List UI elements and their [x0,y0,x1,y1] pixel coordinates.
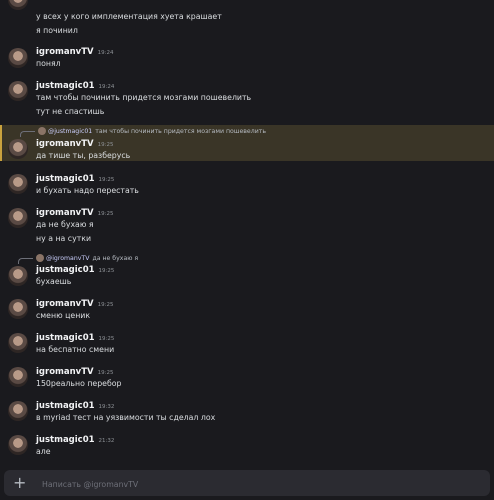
message-text: але [36,447,51,456]
reply-connector [20,131,35,137]
message-item[interactable]: igromanvTV 19:25 сменю ценик [0,297,494,325]
message-time: 19:25 [98,268,115,274]
message-item[interactable]: у всех у кого имплементация хуета крашае… [0,0,494,40]
message-text: ну а на сутки [36,234,92,243]
message-author[interactable]: justmagic01 19:25 [36,265,114,275]
avatar[interactable] [8,435,28,455]
message-text: в myriad тест на уязвимости ты сделал ло… [36,413,216,422]
avatar[interactable] [8,367,28,387]
message-text: да не бухаю я [36,220,94,229]
message-text: тут не спастишь [36,107,105,116]
message-text: да тише ты, разберусь [36,151,131,160]
avatar[interactable] [8,0,28,10]
reply-connector [18,258,33,264]
message-item[interactable]: igromanvTV 19:25 150реально перебор [0,365,494,393]
message-item[interactable]: justmagic01 19:24 там чтобы починить прид… [0,79,494,121]
message-time: 19:25 [97,370,114,376]
message-time: 21:32 [98,438,115,444]
message-item[interactable]: justmagic01 19:25 на беспатно смени [0,331,494,359]
message-author[interactable]: igromanvTV 19:25 [36,208,113,218]
message-author[interactable]: igromanvTV 19:25 [36,367,113,377]
message-author[interactable]: justmagic01 21:32 [36,435,114,445]
message-time: 19:24 [97,50,114,56]
avatar[interactable] [8,401,28,421]
message-author[interactable]: justmagic01 19:25 [36,174,114,184]
message-text: у всех у кого имплементация хуета крашае… [36,12,222,21]
avatar[interactable] [8,81,28,101]
avatar[interactable] [8,48,28,68]
plus-icon[interactable]: + [13,473,26,493]
message-text: сменю ценик [36,311,91,320]
message-time: 19:25 [98,177,115,183]
message-item[interactable]: justmagic01 19:25 и бухать надо перестать [0,172,494,200]
message-author[interactable]: igromanvTV 19:25 [36,139,113,149]
message-author[interactable]: justmagic01 19:24 [36,81,114,91]
message-author[interactable]: igromanvTV 19:25 [36,299,113,309]
message-text: там чтобы починить придется мозгами поше… [36,93,252,102]
message-time: 19:25 [97,211,114,217]
message-author[interactable]: justmagic01 19:32 [36,401,114,411]
message-text: и бухать надо перестать [36,186,139,195]
message-text: 150реально перебор [36,379,122,388]
message-time: 19:25 [97,302,114,308]
message-text: бухаешь [36,277,72,286]
message-text: на беспатно смени [36,345,115,354]
message-author[interactable]: igromanvTV 19:24 [36,47,113,57]
reply-avatar [38,127,46,135]
message-item[interactable]: @igromanvTV да не бухаю я justmagic01 19:2… [0,252,494,288]
reply-avatar [36,254,44,262]
message-text: я починил [36,26,78,35]
message-list: у всех у кого имплементация хуета крашае… [0,0,494,464]
message-time: 19:25 [98,336,115,342]
message-input[interactable] [40,476,474,492]
avatar[interactable] [8,333,28,353]
message-composer: + [4,470,490,496]
message-text: понял [36,59,61,68]
message-time: 19:25 [97,142,114,148]
avatar[interactable] [8,266,28,286]
message-item[interactable]: justmagic01 19:32 в myriad тест на уязвим… [0,399,494,427]
avatar[interactable] [8,139,28,159]
reply-preview[interactable]: @igromanvTV да не бухаю я [36,254,138,262]
reply-preview[interactable]: @justmagic01 там чтобы починить придется … [38,127,266,135]
message-item[interactable]: igromanvTV 19:24 понял [0,44,494,72]
avatar[interactable] [8,208,28,228]
message-item[interactable]: justmagic01 21:32 але [0,433,494,461]
message-time: 19:32 [98,404,115,410]
message-item[interactable]: igromanvTV 19:25 да не бухаю я ну а на су… [0,206,494,248]
avatar[interactable] [8,174,28,194]
avatar[interactable] [8,299,28,319]
message-author[interactable]: justmagic01 19:25 [36,333,114,343]
message-time: 19:24 [98,84,115,90]
message-item-highlighted[interactable]: @justmagic01 там чтобы починить придется … [0,125,494,161]
